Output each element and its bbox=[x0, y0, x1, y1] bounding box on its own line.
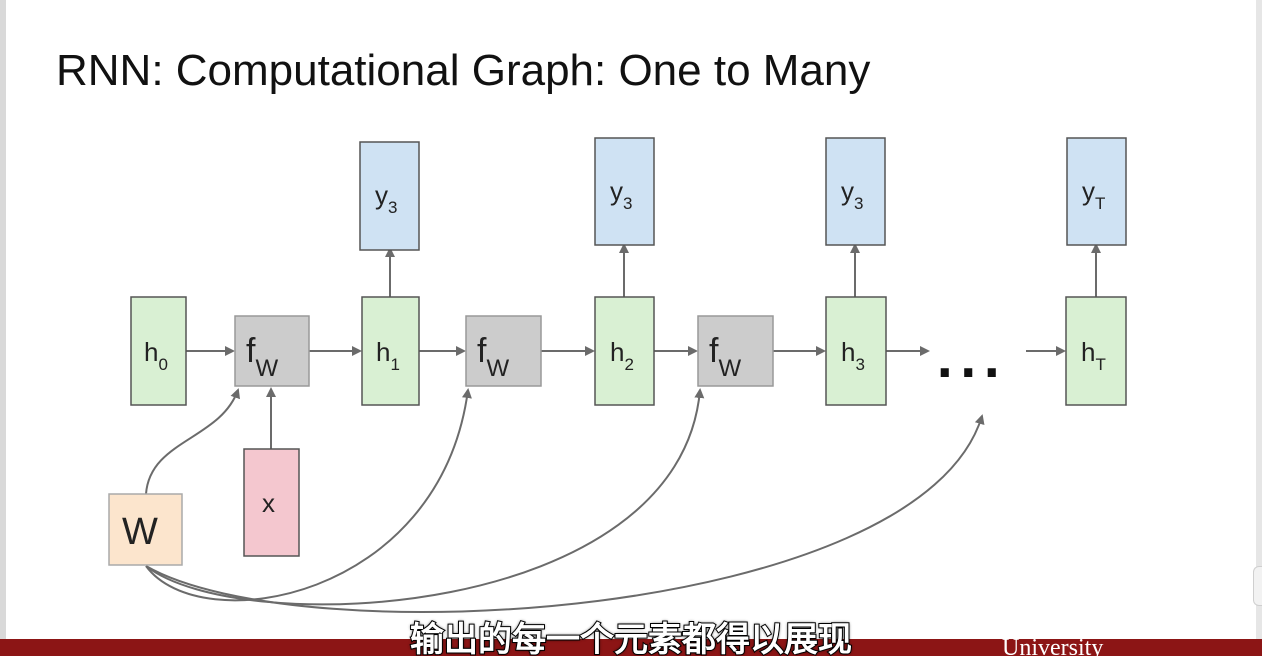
edge-W-fw3 bbox=[145, 388, 705, 606]
rnn-graph: h0 h1 h2 h3 hT fW fW fW y3 y3 y3 yT x W bbox=[108, 137, 1127, 613]
label-W: W bbox=[122, 511, 158, 553]
video-subtitle: 输出的每一个元素都得以展现 bbox=[409, 619, 853, 656]
box-y3 bbox=[825, 137, 886, 246]
box-hT bbox=[1065, 296, 1127, 406]
box-h1 bbox=[361, 296, 420, 406]
box-h0 bbox=[130, 296, 187, 406]
edge-W-fw2 bbox=[145, 388, 472, 602]
box-y1 bbox=[359, 141, 420, 251]
ellipsis: ... bbox=[936, 334, 1007, 388]
box-yT bbox=[1066, 137, 1127, 246]
box-y2 bbox=[594, 137, 655, 246]
label-x: x bbox=[262, 488, 275, 518]
box-h3 bbox=[825, 296, 887, 406]
output-boxes bbox=[359, 137, 1127, 251]
box-h2 bbox=[594, 296, 655, 406]
slide: RNN: Computational Graph: One to Many h0… bbox=[0, 0, 1262, 656]
